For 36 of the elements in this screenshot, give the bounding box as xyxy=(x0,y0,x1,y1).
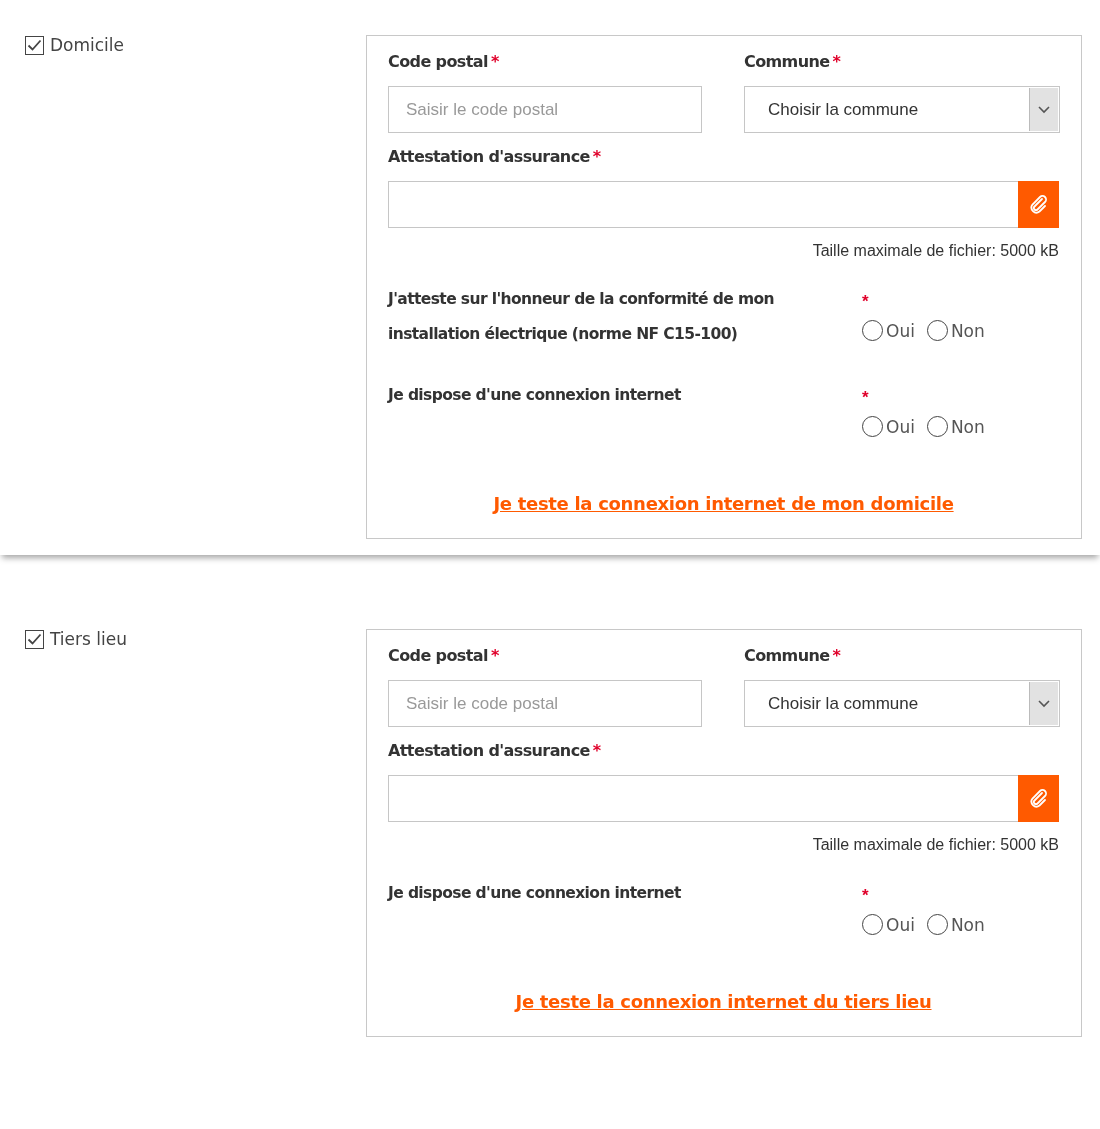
question-text: Je dispose d'une connexion internet xyxy=(388,883,682,904)
file-size-hint: Taille maximale de fichier: 5000 kB xyxy=(811,836,1059,854)
radio-option[interactable]: Oui xyxy=(862,416,915,437)
field-label: Commune * xyxy=(744,52,842,73)
radio-option[interactable]: Oui xyxy=(862,320,915,341)
file-size-hint: Taille maximale de fichier: 5000 kB xyxy=(811,242,1059,260)
radio-option[interactable]: Non xyxy=(926,416,985,437)
checkbox[interactable] xyxy=(25,35,44,55)
paperclip-icon xyxy=(1028,194,1049,215)
chevron-down-icon xyxy=(1029,88,1058,131)
question-text: Je dispose d'une connexion internet xyxy=(388,385,682,406)
checkbox-label[interactable]: Domicile xyxy=(50,35,125,55)
field-label: Commune * xyxy=(744,646,842,667)
field-label: Attestation d'assurance * xyxy=(388,741,602,762)
postal-code-field[interactable]: Saisir le code postal xyxy=(388,680,702,727)
radio-option[interactable]: Non xyxy=(926,320,985,341)
required-mark: * xyxy=(862,886,869,905)
attach-button[interactable] xyxy=(1018,775,1059,822)
field-label: Attestation d'assurance * xyxy=(388,147,602,168)
commune-dropdown[interactable]: Choisir la commune xyxy=(744,86,1060,133)
file-field[interactable] xyxy=(388,181,1018,228)
paperclip-icon xyxy=(1028,788,1049,809)
postal-code-field[interactable]: Saisir le code postal xyxy=(388,86,702,133)
chevron-down-icon xyxy=(1029,682,1058,725)
field-label: Code postal * xyxy=(388,646,500,667)
radio-option[interactable]: Oui xyxy=(862,914,915,935)
field-label: Code postal * xyxy=(388,52,500,73)
checkbox-label[interactable]: Tiers lieu xyxy=(50,629,127,649)
question-text: J'atteste sur l'honneur de la conformité de mon installation électrique (norme NF C15-100) xyxy=(388,289,776,345)
required-mark: * xyxy=(862,388,869,407)
commune-dropdown[interactable]: Choisir la commune xyxy=(744,680,1060,727)
file-field[interactable] xyxy=(388,775,1018,822)
checkbox[interactable] xyxy=(25,629,44,649)
attach-button[interactable] xyxy=(1018,181,1059,228)
radio-option[interactable]: Non xyxy=(926,914,985,935)
required-mark: * xyxy=(862,292,869,311)
